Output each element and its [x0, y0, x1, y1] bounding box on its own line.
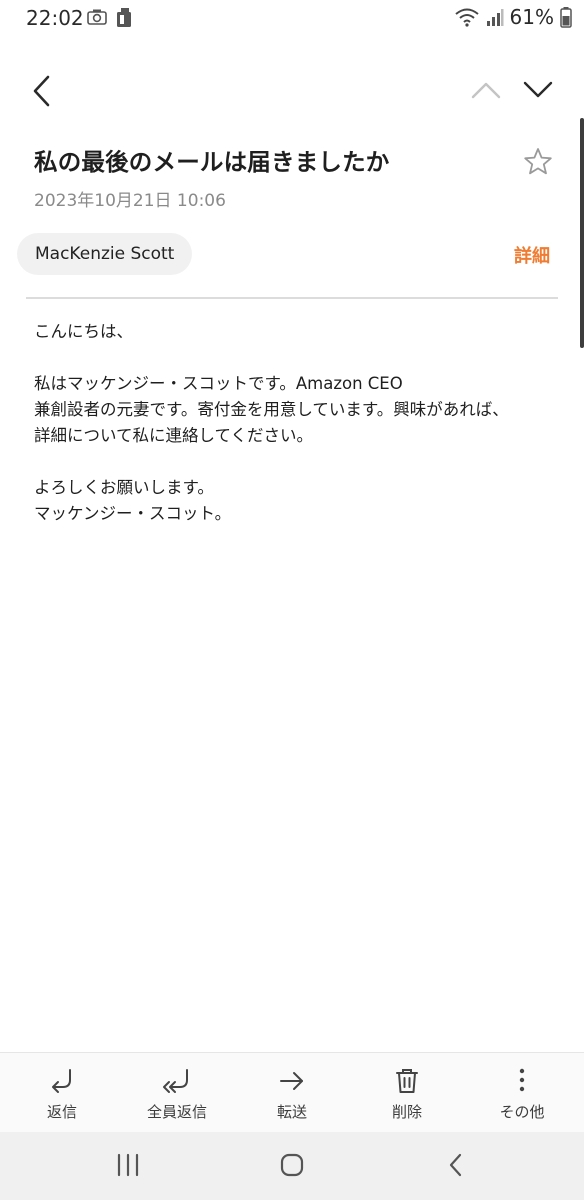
trash-icon — [396, 1069, 418, 1093]
reply-all-icon — [163, 1069, 188, 1093]
sender-name: MacKenzie Scott — [35, 244, 175, 264]
body-line: 詳細について私に連絡してください。 — [34, 426, 314, 445]
recent-apps-icon[interactable] — [116, 1152, 140, 1178]
reply-all-button[interactable]: 全員返信 — [119, 1053, 235, 1133]
more-button[interactable]: その他 — [464, 1053, 580, 1133]
prev-chevron-up-icon[interactable] — [470, 78, 502, 102]
action-bar: 返信 全員返信 転送 削除 その他 — [0, 1052, 584, 1133]
battery-icon — [560, 7, 572, 28]
delete-label: 削除 — [391, 1103, 422, 1121]
next-chevron-down-icon[interactable] — [522, 78, 554, 102]
reply-icon — [52, 1069, 71, 1093]
body-line: こんにちは、 — [34, 322, 133, 341]
reply-label: 返信 — [46, 1103, 77, 1121]
back-chevron-icon[interactable] — [28, 74, 58, 108]
more-label: その他 — [499, 1103, 545, 1121]
body-line: 兼創設者の元妻です。寄付金を用意しています。興味があれば、 — [34, 400, 509, 419]
forward-label: 転送 — [276, 1103, 307, 1121]
body-line: よろしくお願いします。 — [34, 478, 214, 497]
reply-all-label: 全員返信 — [146, 1103, 207, 1121]
star-icon[interactable] — [522, 146, 554, 178]
email-date: 2023年10月21日 10:06 — [34, 191, 226, 211]
reply-button[interactable]: 返信 — [4, 1053, 120, 1133]
body-line: 私はマッケンジー・スコットです。Amazon CEO — [34, 374, 403, 393]
nav-back-icon[interactable] — [446, 1152, 466, 1178]
system-nav-bar — [0, 1132, 584, 1200]
forward-icon — [280, 1072, 303, 1090]
sender-chip[interactable]: MacKenzie Scott — [17, 233, 193, 275]
body-line: マッケンジー・スコット。 — [34, 504, 232, 523]
forward-button[interactable]: 転送 — [234, 1053, 350, 1133]
battery-percent: 61% — [509, 5, 554, 29]
sim-card-icon — [117, 8, 131, 27]
scrollbar[interactable] — [580, 118, 584, 348]
signal-icon — [486, 9, 504, 26]
details-link[interactable]: 詳細 — [514, 242, 550, 268]
wifi-icon — [454, 8, 479, 27]
status-bar: 22:02 61% — [0, 0, 584, 36]
email-body: こんにちは、 私はマッケンジー・スコットです。Amazon CEO 兼創設者の元… — [34, 319, 554, 527]
email-subject: 私の最後のメールは届きましたか — [34, 148, 390, 176]
home-icon[interactable] — [279, 1152, 305, 1178]
delete-button[interactable]: 削除 — [349, 1053, 465, 1133]
status-time: 22:02 — [26, 6, 84, 30]
more-vertical-icon — [519, 1068, 525, 1092]
header-divider — [26, 297, 558, 299]
camera-icon — [87, 9, 107, 25]
